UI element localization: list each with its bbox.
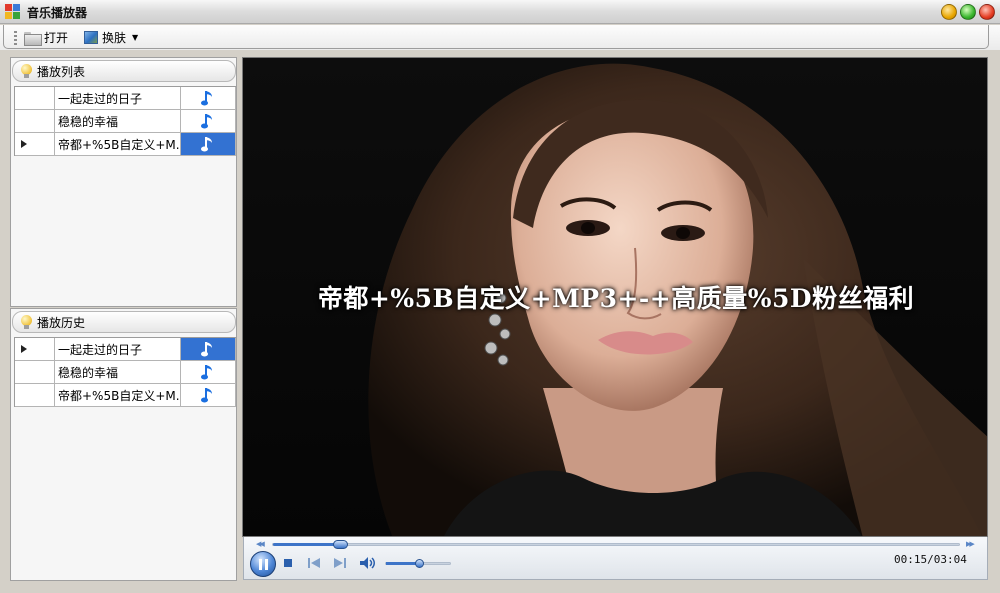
- row-header[interactable]: [15, 87, 55, 109]
- rewind-icon[interactable]: ◀◀: [256, 540, 265, 548]
- title-bar[interactable]: 音乐播放器: [0, 0, 1000, 24]
- music-note-icon: [201, 342, 212, 357]
- seek-bar[interactable]: [272, 540, 960, 549]
- volume-thumb[interactable]: [415, 559, 424, 568]
- stop-icon[interactable]: [284, 559, 292, 567]
- time-display: 00:15/03:04: [894, 553, 967, 566]
- song-name-cell[interactable]: 帝都+%5B自定义+M...: [55, 384, 181, 406]
- playlist-header: 播放列表: [12, 60, 236, 82]
- play-song-button[interactable]: [181, 110, 236, 132]
- song-name-cell[interactable]: 稳稳的幸福: [55, 110, 181, 132]
- seek-thumb[interactable]: [333, 540, 348, 549]
- playlist-panel: 播放列表 一起走过的日子 稳稳的幸福 帝都+%5B自定义+M...: [10, 57, 237, 307]
- play-song-button[interactable]: [181, 133, 236, 155]
- history-grid[interactable]: 一起走过的日子 稳稳的幸福 帝都+%5B自定义+M...: [14, 337, 236, 407]
- video-display[interactable]: 帝都+%5B自定义+MP3+-+高质量%5D粉丝福利: [242, 57, 988, 537]
- current-row-indicator-icon[interactable]: [15, 133, 55, 155]
- seek-progress-fill: [273, 543, 340, 546]
- lyric-text: 帝都+%5B自定义+MP3+-+高质量%5D粉丝福利: [317, 284, 915, 313]
- table-row[interactable]: 稳稳的幸福: [15, 110, 236, 133]
- playlist-title: 播放列表: [37, 64, 86, 79]
- play-song-button[interactable]: [181, 384, 236, 406]
- play-song-button[interactable]: [181, 361, 236, 383]
- fast-forward-icon[interactable]: ▶▶: [966, 540, 975, 548]
- play-song-button[interactable]: [181, 87, 236, 109]
- pause-button[interactable]: [250, 551, 276, 577]
- play-song-button[interactable]: [181, 338, 236, 360]
- table-row[interactable]: 帝都+%5B自定义+M...: [15, 384, 236, 407]
- music-note-icon: [201, 388, 212, 403]
- close-button[interactable]: [979, 4, 995, 20]
- music-note-icon: [201, 91, 212, 106]
- lightbulb-icon: [21, 315, 32, 329]
- open-button-label: 打开: [44, 31, 69, 45]
- open-button[interactable]: 打开: [24, 28, 68, 47]
- pause-icon: [258, 558, 268, 570]
- song-name-cell[interactable]: 帝都+%5B自定义+M...: [55, 133, 181, 155]
- history-panel: 播放历史 一起走过的日子 稳稳的幸福 帝都+%5B自定义+M...: [10, 308, 237, 581]
- toolbar-grip-icon[interactable]: [14, 31, 17, 45]
- player-controls: ◀◀ ▶▶ 00:15/03:04: [243, 537, 988, 580]
- table-row[interactable]: 帝都+%5B自定义+M...: [15, 133, 236, 156]
- picture-icon: [84, 31, 98, 44]
- minimize-button[interactable]: [941, 4, 957, 20]
- table-row[interactable]: 一起走过的日子: [15, 87, 236, 110]
- toolbar-strip: 打开 换肤 ▼: [3, 25, 989, 49]
- folder-open-icon: [24, 31, 42, 46]
- skin-dropdown-button[interactable]: 换肤 ▼: [84, 28, 138, 47]
- music-note-icon: [201, 137, 212, 152]
- row-header[interactable]: [15, 384, 55, 406]
- row-header[interactable]: [15, 110, 55, 132]
- volume-icon[interactable]: [360, 557, 376, 569]
- volume-slider[interactable]: [385, 559, 451, 568]
- maximize-button[interactable]: [960, 4, 976, 20]
- next-track-icon[interactable]: [334, 558, 346, 568]
- history-header: 播放历史: [12, 311, 236, 333]
- music-note-icon: [201, 365, 212, 380]
- previous-track-icon[interactable]: [308, 558, 320, 568]
- app-window-icon[interactable]: [5, 4, 21, 20]
- table-row[interactable]: 稳稳的幸福: [15, 361, 236, 384]
- skin-button-label: 换肤: [102, 31, 127, 45]
- song-name-cell[interactable]: 一起走过的日子: [55, 87, 181, 109]
- song-name-cell[interactable]: 一起走过的日子: [55, 338, 181, 360]
- chevron-down-icon: ▼: [132, 33, 139, 42]
- history-title: 播放历史: [37, 315, 86, 330]
- row-header[interactable]: [15, 361, 55, 383]
- song-name-cell[interactable]: 稳稳的幸福: [55, 361, 181, 383]
- table-row[interactable]: 一起走过的日子: [15, 338, 236, 361]
- lightbulb-icon: [21, 64, 32, 78]
- toolbar: 打开 换肤 ▼: [0, 25, 1000, 50]
- playlist-grid[interactable]: 一起走过的日子 稳稳的幸福 帝都+%5B自定义+M...: [14, 86, 236, 156]
- music-note-icon: [201, 114, 212, 129]
- current-row-indicator-icon[interactable]: [15, 338, 55, 360]
- window-title: 音乐播放器: [27, 6, 88, 20]
